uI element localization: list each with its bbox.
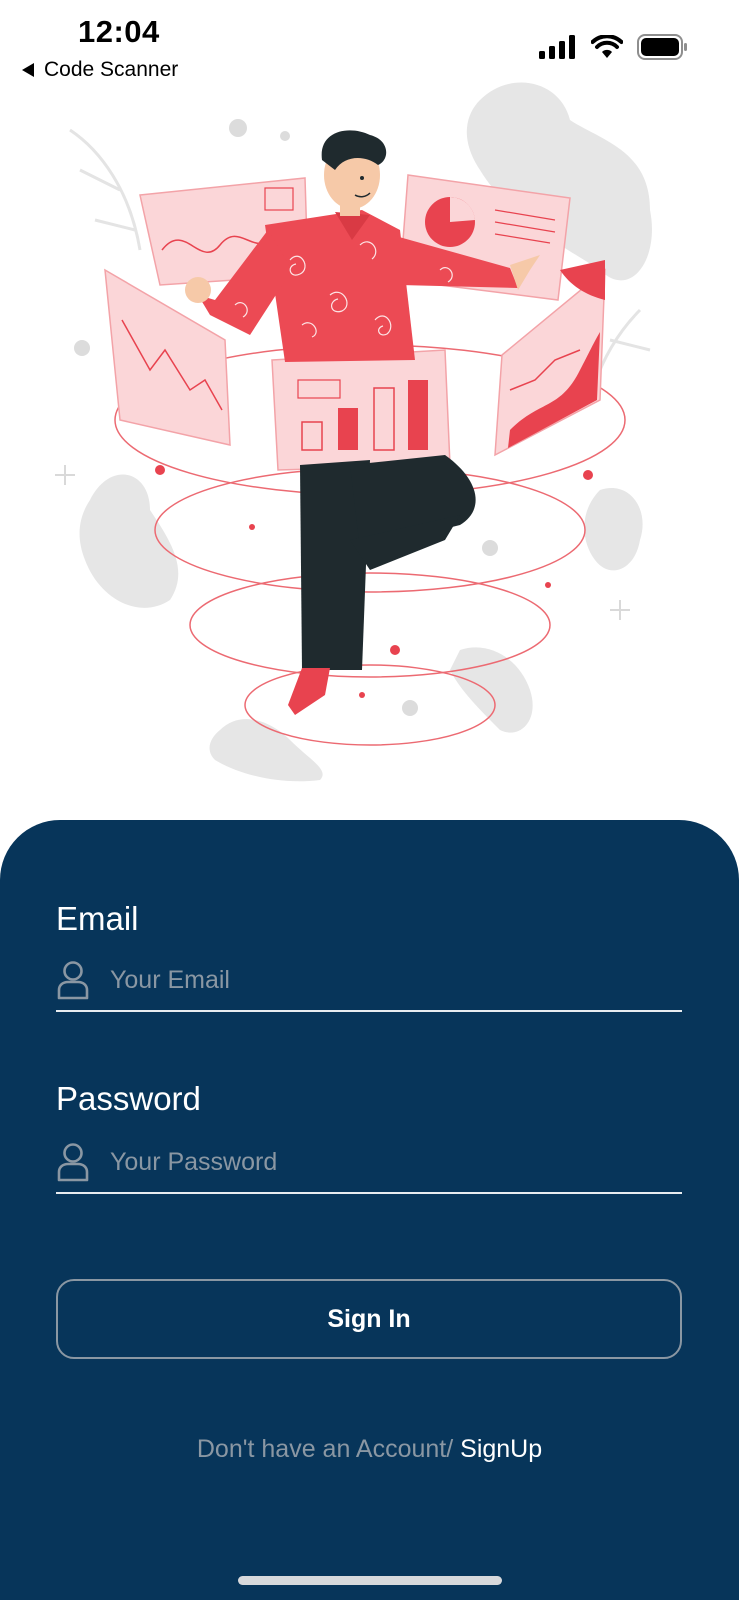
signup-link[interactable]: SignUp — [460, 1435, 542, 1463]
email-label: Email — [56, 900, 139, 937]
email-field-row[interactable] — [56, 950, 682, 1012]
status-icons — [539, 34, 689, 60]
password-input[interactable] — [110, 1147, 630, 1177]
sign-in-button[interactable]: Sign In — [56, 1279, 682, 1359]
email-input[interactable] — [110, 965, 630, 995]
hero-illustration — [55, 82, 652, 782]
signup-prompt: Don't have an Account/ SignUp — [0, 1435, 739, 1464]
chart-panel-zigzag — [104, 268, 231, 446]
wifi-icon — [591, 35, 623, 58]
signup-prompt-text: Don't have an Account/ — [196, 1435, 461, 1463]
battery-icon — [637, 34, 687, 60]
password-field-row[interactable] — [56, 1132, 682, 1194]
user-icon — [57, 961, 89, 1000]
password-label: Password — [56, 1080, 201, 1117]
home-indicator[interactable] — [238, 1576, 502, 1585]
back-arrow-icon — [22, 63, 34, 77]
chart-panel-bars — [271, 349, 451, 471]
login-screen: 12:04 Code Scanner Email Your Email Pass… — [0, 0, 739, 1600]
user-icon — [57, 1143, 89, 1182]
status-time: 12:04 — [78, 14, 160, 49]
cellular-signal-icon — [539, 35, 575, 59]
